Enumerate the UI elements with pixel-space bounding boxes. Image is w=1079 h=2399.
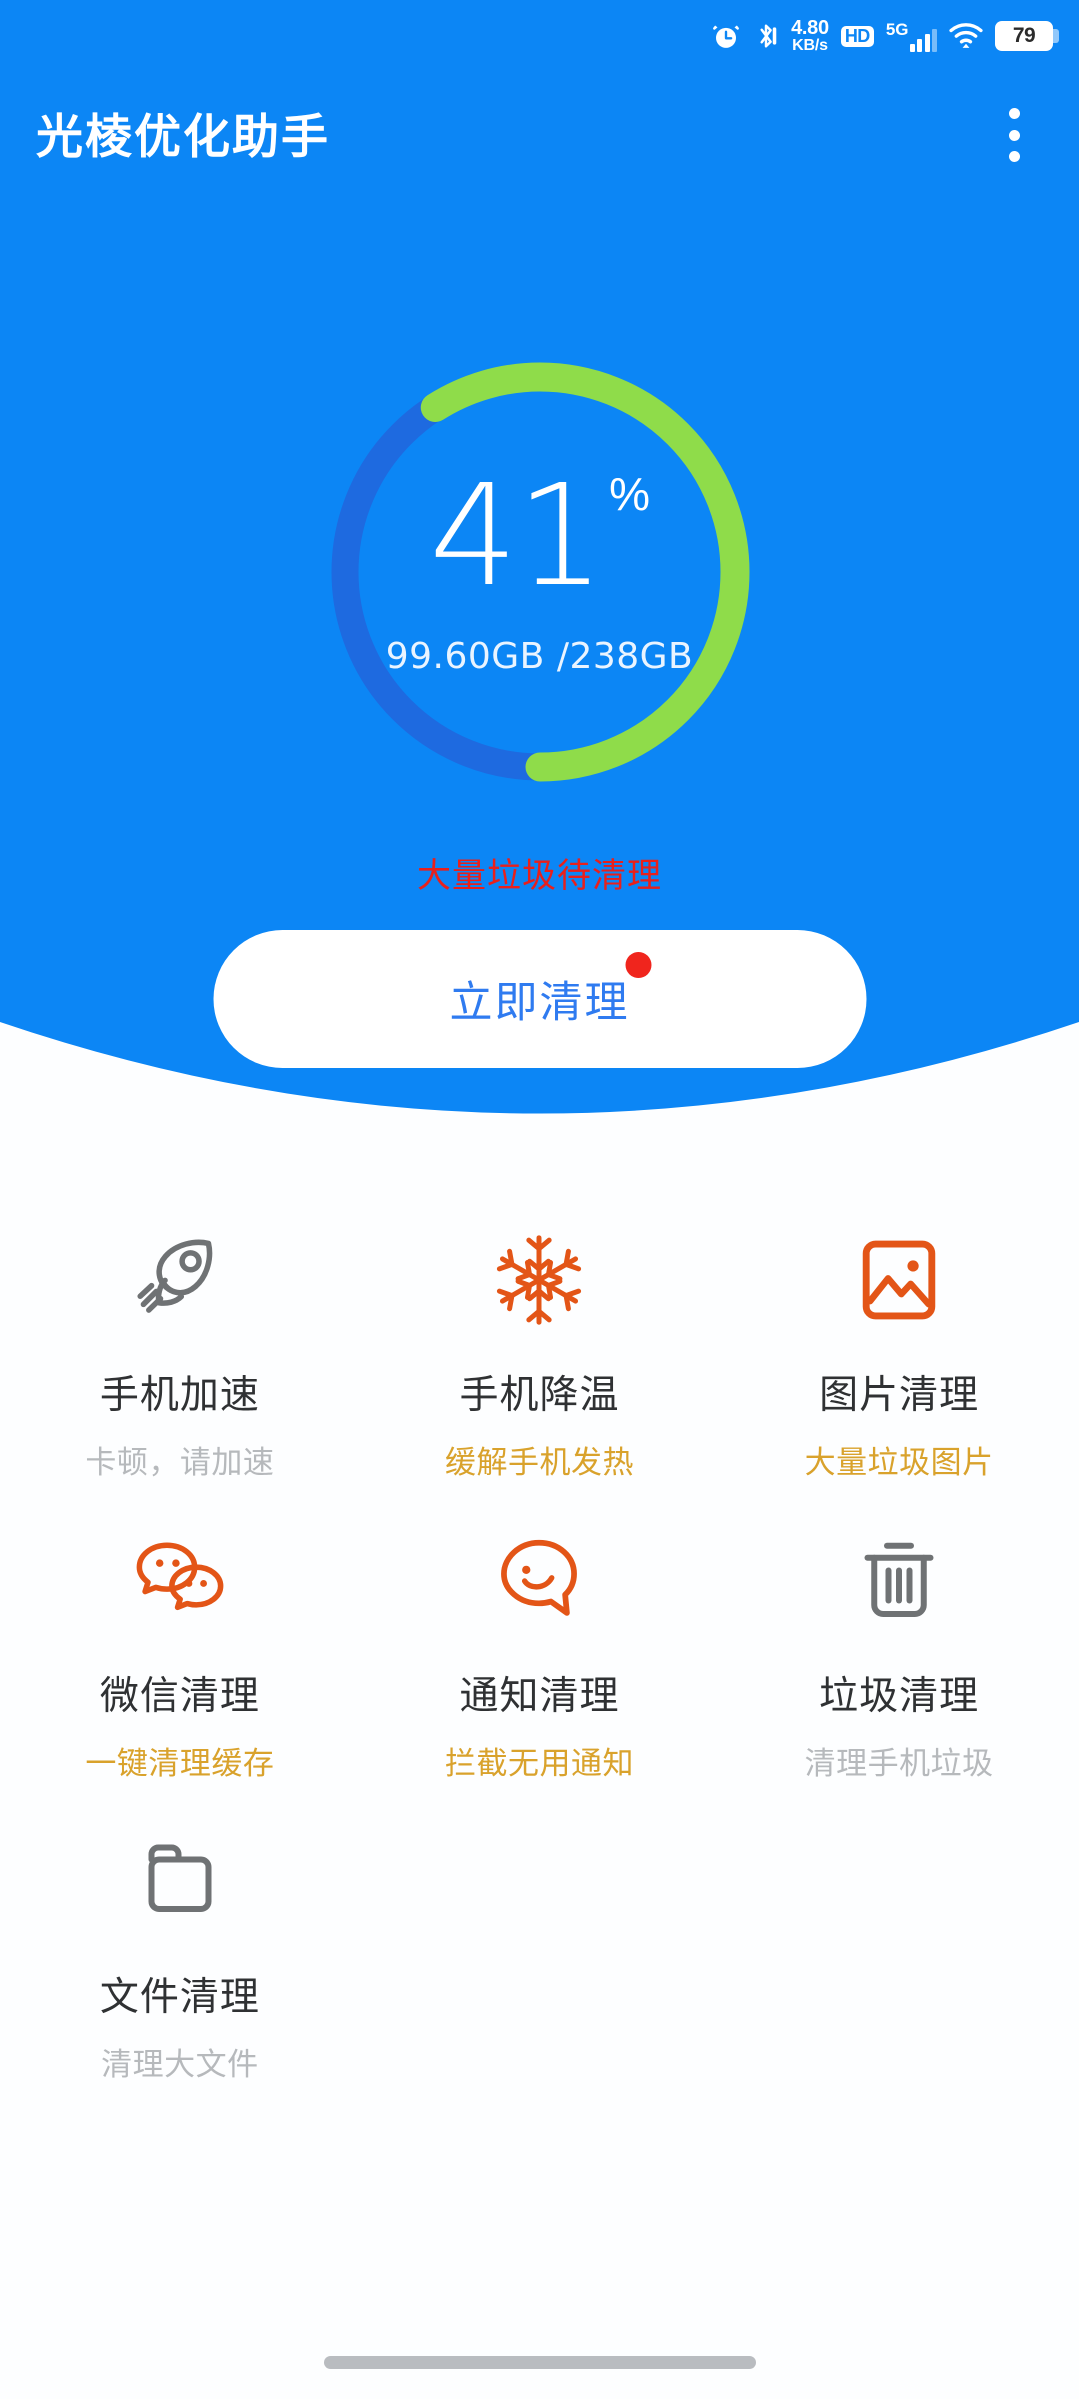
feature-photo-cleanup[interactable]: 图片清理 大量垃圾图片 bbox=[719, 1196, 1079, 1497]
gauge-percent-symbol: % bbox=[609, 468, 651, 520]
gauge-readout: 41 % 99.60GB /238GB bbox=[290, 322, 790, 822]
overflow-menu-icon[interactable] bbox=[991, 104, 1037, 166]
battery-icon: 79 bbox=[995, 21, 1059, 51]
feature-phone-boost[interactable]: 手机加速 卡顿，请加速 bbox=[0, 1196, 360, 1497]
network-speed-indicator: 4.80 KB/s bbox=[791, 16, 829, 55]
feature-wechat-cleanup[interactable]: 微信清理 一键清理缓存 bbox=[0, 1497, 360, 1798]
feature-subtitle: 卡顿，请加速 bbox=[85, 1445, 275, 1481]
snowflake-icon bbox=[489, 1220, 589, 1340]
gauge-percent-value: 41 bbox=[428, 455, 605, 618]
clean-now-button-label: 立即清理 bbox=[450, 952, 652, 1030]
feature-subtitle: 清理手机垃圾 bbox=[804, 1746, 994, 1782]
network-speed-unit: KB/s bbox=[792, 37, 828, 55]
bluetooth-icon bbox=[753, 21, 779, 51]
alarm-clock-icon bbox=[711, 21, 741, 51]
grid-filler bbox=[360, 1798, 720, 2099]
storage-gauge: 41 % 99.60GB /238GB bbox=[290, 322, 790, 822]
signal-bars bbox=[909, 28, 937, 52]
feature-subtitle: 大量垃圾图片 bbox=[804, 1445, 994, 1481]
clean-now-button[interactable]: 立即清理 bbox=[213, 930, 866, 1068]
grid-filler bbox=[719, 1798, 1079, 2099]
feature-title: 手机降温 bbox=[459, 1373, 620, 1418]
feature-title: 文件清理 bbox=[99, 1975, 260, 2020]
feature-title: 手机加速 bbox=[99, 1373, 260, 1418]
home-gesture-bar[interactable] bbox=[323, 2356, 756, 2369]
folder-icon bbox=[132, 1822, 228, 1942]
status-bar: 4.80 KB/s HD 5G 79 bbox=[0, 0, 1079, 72]
feature-title: 图片清理 bbox=[819, 1373, 980, 1418]
feature-junk-cleanup[interactable]: 垃圾清理 清理手机垃圾 bbox=[719, 1497, 1079, 1798]
wifi-icon bbox=[949, 22, 983, 50]
battery-level-label: 79 bbox=[1012, 24, 1036, 47]
feature-title: 微信清理 bbox=[99, 1674, 260, 1719]
gauge-storage-label: 99.60GB /238GB bbox=[385, 636, 694, 677]
app-screen: 4.80 KB/s HD 5G 79 光棱优化助手 41 % 99.60GB /… bbox=[0, 0, 1079, 2399]
feature-phone-cooldown[interactable]: 手机降温 缓解手机发热 bbox=[360, 1196, 720, 1497]
gauge-percent: 41 % bbox=[429, 467, 651, 607]
trash-icon bbox=[851, 1521, 947, 1641]
network-type-label: 5G bbox=[885, 19, 909, 39]
network-speed-value: 4.80 bbox=[791, 16, 829, 39]
hd-icon: HD bbox=[840, 25, 874, 47]
feature-title: 通知清理 bbox=[459, 1674, 620, 1719]
wechat-icon bbox=[128, 1521, 232, 1641]
feature-file-cleanup[interactable]: 文件清理 清理大文件 bbox=[0, 1798, 360, 2099]
feature-subtitle: 清理大文件 bbox=[101, 2047, 259, 2083]
chat-smile-icon bbox=[488, 1521, 590, 1641]
feature-subtitle: 一键清理缓存 bbox=[85, 1746, 275, 1782]
feature-grid: 手机加速 卡顿，请加速 手机降温 缓解手机发热 图片清理 大量垃圾图片 微信清理… bbox=[0, 1196, 1079, 2099]
signal-bars-icon: 5G bbox=[886, 21, 937, 52]
app-bar: 光棱优化助手 bbox=[0, 84, 1079, 194]
feature-notification-clean[interactable]: 通知清理 拦截无用通知 bbox=[360, 1497, 720, 1798]
feature-subtitle: 拦截无用通知 bbox=[444, 1746, 634, 1782]
page-title: 光棱优化助手 bbox=[36, 110, 330, 165]
image-icon bbox=[849, 1220, 949, 1340]
notification-dot-icon bbox=[625, 952, 652, 978]
feature-title: 垃圾清理 bbox=[819, 1674, 980, 1719]
rocket-icon bbox=[128, 1220, 232, 1340]
status-message: 大量垃圾待清理 bbox=[417, 856, 662, 896]
feature-subtitle: 缓解手机发热 bbox=[444, 1445, 634, 1481]
